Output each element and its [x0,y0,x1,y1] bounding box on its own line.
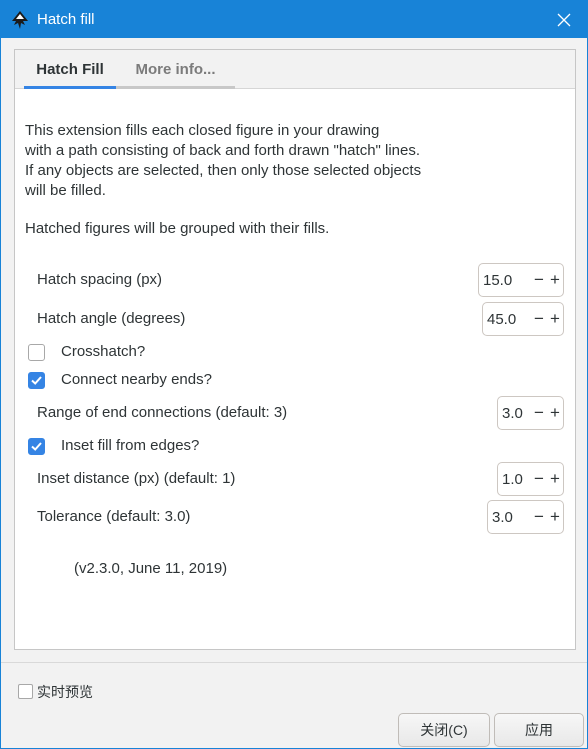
hatch-angle-value[interactable]: 45.0 [483,311,531,328]
live-preview-label[interactable]: 实时预览 [37,682,93,702]
range-end-value[interactable]: 3.0 [498,405,531,422]
version-text: (v2.3.0, June 11, 2019) [74,560,228,577]
range-end-spinner[interactable]: 3.0 − + [497,396,564,430]
checkmark-icon [31,376,42,385]
grouping-note: Hatched figures will be grouped with the… [25,220,330,237]
range-end-label: Range of end connections (default: 3) [37,404,288,421]
connect-ends-checkbox[interactable] [28,372,45,389]
tab-more-info[interactable]: More info... [116,50,235,89]
decrement-button[interactable]: − [531,397,547,429]
tab-strip: Hatch Fill More info... [15,50,575,89]
hatch-spacing-label: Hatch spacing (px) [37,271,163,288]
footer-separator [1,662,587,663]
window-title: Hatch fill [37,11,95,28]
hatch-spacing-value[interactable]: 15.0 [479,272,531,289]
decrement-button[interactable]: − [531,303,547,335]
connect-ends-label: Connect nearby ends? [61,371,212,388]
increment-button[interactable]: + [547,397,563,429]
increment-button[interactable]: + [547,501,563,533]
decrement-button[interactable]: − [531,463,547,495]
tolerance-label: Tolerance (default: 3.0) [37,508,191,525]
dialog-window: Hatch fill Hatch Fill More info... This … [0,0,588,749]
checkmark-icon [31,442,42,451]
close-icon[interactable] [541,1,587,38]
hatch-angle-label: Hatch angle (degrees) [37,310,186,327]
description-text: This extension fills each closed figure … [25,122,422,199]
increment-button[interactable]: + [547,303,563,335]
decrement-button[interactable]: − [531,264,547,296]
tab-hatch-fill[interactable]: Hatch Fill [24,50,116,89]
title-bar[interactable]: Hatch fill [1,1,587,38]
hatch-spacing-spinner[interactable]: 15.0 − + [478,263,564,297]
decrement-button[interactable]: − [531,501,547,533]
inset-distance-value[interactable]: 1.0 [498,471,531,488]
tab-notebook: Hatch Fill More info... This extension f… [14,49,576,650]
tolerance-value[interactable]: 3.0 [488,509,531,526]
apply-button[interactable]: 应用 [494,713,584,747]
inset-distance-spinner[interactable]: 1.0 − + [497,462,564,496]
tolerance-spinner[interactable]: 3.0 − + [487,500,564,534]
close-button[interactable]: 关闭(C) [398,713,490,747]
hatch-angle-spinner[interactable]: 45.0 − + [482,302,564,336]
live-preview-checkbox[interactable] [18,684,33,699]
increment-button[interactable]: + [547,463,563,495]
crosshatch-checkbox[interactable] [28,344,45,361]
crosshatch-label: Crosshatch? [61,343,146,360]
inkscape-icon [12,11,28,29]
increment-button[interactable]: + [547,264,563,296]
inset-distance-label: Inset distance (px) (default: 1) [37,470,236,487]
inset-fill-checkbox[interactable] [28,438,45,455]
inset-fill-label: Inset fill from edges? [61,437,200,454]
